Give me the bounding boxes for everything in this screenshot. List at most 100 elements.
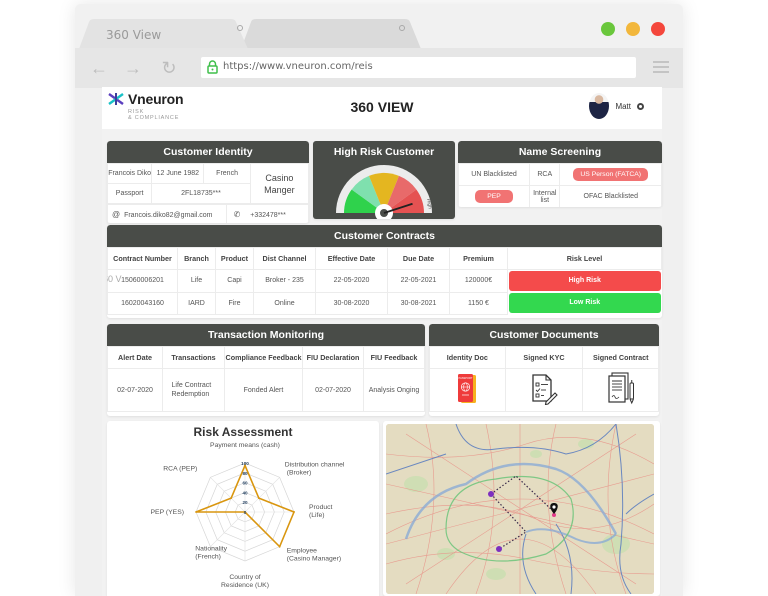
lock-icon — [207, 60, 218, 74]
radar-category-label: PEP (YES) — [151, 509, 185, 516]
tab-bar: 360 View — [75, 4, 683, 49]
table-row[interactable]: 02-07-2020 Life Contract Redemption Fond… — [107, 368, 425, 412]
signed-contract-cell[interactable] — [582, 368, 659, 412]
radar-category-label: Country of Residence (UK) — [221, 574, 269, 589]
signed-contract-icon[interactable] — [605, 372, 637, 406]
due-date: 30-08-2021 — [387, 291, 450, 315]
contact-table: @ Francois.diko82@gmail.com ✆ +332478*** — [107, 204, 309, 223]
app-page: Vneuron RISK & COMPLIANCE 360 VIEW Matt … — [102, 87, 662, 596]
card-title: High Risk Customer — [333, 146, 435, 158]
card-title: Customer Identity — [107, 141, 309, 163]
reload-icon[interactable]: ↻ — [159, 59, 179, 77]
minimize-button[interactable] — [626, 22, 640, 36]
radar-category-label: Payment means (cash) — [210, 442, 280, 449]
app-header: Vneuron RISK & COMPLIANCE 360 VIEW Matt — [102, 87, 662, 129]
location-map[interactable] — [386, 424, 654, 594]
branch: Life — [177, 269, 216, 293]
label-line: (Casino Manager) — [287, 556, 341, 563]
url-text: https://www.vneuron.com/reis — [223, 61, 373, 72]
tab-close-icon[interactable] — [237, 25, 243, 31]
radar-tick-label: 60 — [242, 481, 248, 486]
browser-tab-2[interactable] — [233, 19, 425, 49]
radar-category-label: Product (Life) — [309, 504, 333, 519]
label-line: (Life) — [309, 512, 325, 519]
transaction: Life Contract Redemption — [162, 368, 225, 412]
risk-gauge: High — [336, 165, 433, 219]
screening-cell: OFAC Blacklisted — [559, 185, 662, 207]
logo-sub-line: & COMPLIANCE — [128, 115, 180, 121]
radar-data-point — [230, 497, 233, 500]
risk-level-badge[interactable]: Low Risk — [509, 293, 661, 313]
column-header: Premium — [449, 247, 508, 270]
phone-icon: ✆ — [233, 210, 241, 219]
identity-doc-cell[interactable]: PASSPORT — [429, 368, 506, 412]
avatar[interactable] — [589, 93, 610, 119]
premium: 1150 € — [449, 291, 508, 315]
screening-label: Internal list — [533, 189, 557, 204]
map-canvas[interactable] — [386, 424, 654, 594]
signed-kyc-cell[interactable] — [504, 368, 584, 412]
alert-date: 02-07-2020 — [107, 368, 163, 412]
maximize-button[interactable] — [601, 22, 615, 36]
radar-tick-label: 80 — [242, 471, 248, 476]
table-header-row: Identity Doc Signed KYC Signed Contract — [429, 346, 659, 369]
label-line: Product — [309, 504, 333, 511]
risk-level-cell: High Risk — [508, 270, 662, 293]
occupation: Casino Manger — [249, 163, 309, 204]
kyc-form-icon[interactable] — [529, 373, 559, 406]
radar-data-point — [278, 545, 281, 548]
customer-documents-card: Customer Documents Identity Doc Signed K… — [429, 324, 659, 416]
premium: 120000€ — [449, 269, 508, 293]
customer-name: Francois Diko — [107, 163, 153, 184]
column-header: Effective Date — [315, 247, 388, 270]
dist-channel: Broker - 235 — [253, 269, 316, 293]
fiu-declaration: 02-07-2020 — [302, 368, 364, 412]
label-line: Payment means (cash) — [210, 442, 280, 449]
screening-cell: PEP — [458, 185, 531, 207]
back-arrow-icon[interactable]: ← — [89, 59, 109, 77]
table-row[interactable]: 15060006201 60 V Life Capi Broker - 235 … — [107, 269, 662, 293]
tab-close-icon[interactable] — [399, 25, 405, 31]
screening-flag-badge[interactable]: US Person (FATCA) — [573, 168, 649, 181]
column-header: Alert Date — [107, 346, 163, 369]
address-bar[interactable]: https://www.vneuron.com/reis — [201, 57, 636, 78]
table-row: PASSPORT — [429, 368, 659, 412]
column-header: FIU Declaration — [302, 346, 364, 369]
column-header: Signed KYC — [504, 346, 584, 369]
radar-category-label: Employee (Casino Manager) — [287, 548, 341, 563]
column-header: Contract Number — [107, 247, 178, 270]
due-date: 22-05-2021 — [387, 269, 450, 293]
radar-tick-label: 20 — [242, 500, 248, 505]
map-card — [383, 421, 660, 596]
browser-tab-active[interactable]: 360 View — [79, 19, 249, 49]
label-line: Country of — [229, 574, 260, 581]
screening-cell: Internal list — [529, 185, 561, 207]
route-stop-marker[interactable] — [488, 491, 494, 497]
risk-level-badge[interactable]: High Risk — [509, 271, 661, 291]
label-line: (Broker) — [287, 469, 312, 476]
radar-category-label: Nationality (French) — [195, 546, 227, 561]
dist-channel: Online — [253, 291, 316, 315]
email[interactable]: Francois.diko82@gmail.com — [124, 212, 212, 219]
email-cell: @ Francois.diko82@gmail.com — [107, 204, 227, 223]
contracts-table: Contract Number Branch Product Dist Chan… — [107, 247, 662, 315]
risk-level-cell: Low Risk — [508, 292, 662, 314]
settings-gear-icon[interactable] — [637, 102, 644, 110]
document-number: 2FL18735*** — [151, 183, 251, 204]
radar-data-point — [257, 497, 260, 500]
hamburger-menu-icon[interactable] — [653, 61, 669, 76]
forward-arrow-icon[interactable]: → — [123, 59, 143, 77]
route-stop-marker[interactable] — [496, 546, 502, 552]
user-menu[interactable]: Matt — [589, 93, 644, 119]
column-header: Risk Level — [507, 247, 662, 270]
screening-flag-badge[interactable]: PEP — [475, 190, 513, 203]
product: Fire — [215, 291, 254, 315]
passport-icon[interactable]: PASSPORT — [456, 373, 478, 405]
screening-label: RCA — [537, 171, 553, 178]
table-row[interactable]: 16020043160 IARD Fire Online 30-08-2020 … — [107, 291, 662, 315]
screening-cell: RCA — [529, 163, 561, 186]
label-line: Distribution channel — [285, 461, 345, 468]
close-button[interactable] — [651, 22, 665, 36]
card-title: Name Screening — [458, 141, 662, 163]
effective-date: 22-05-2020 — [315, 269, 388, 293]
